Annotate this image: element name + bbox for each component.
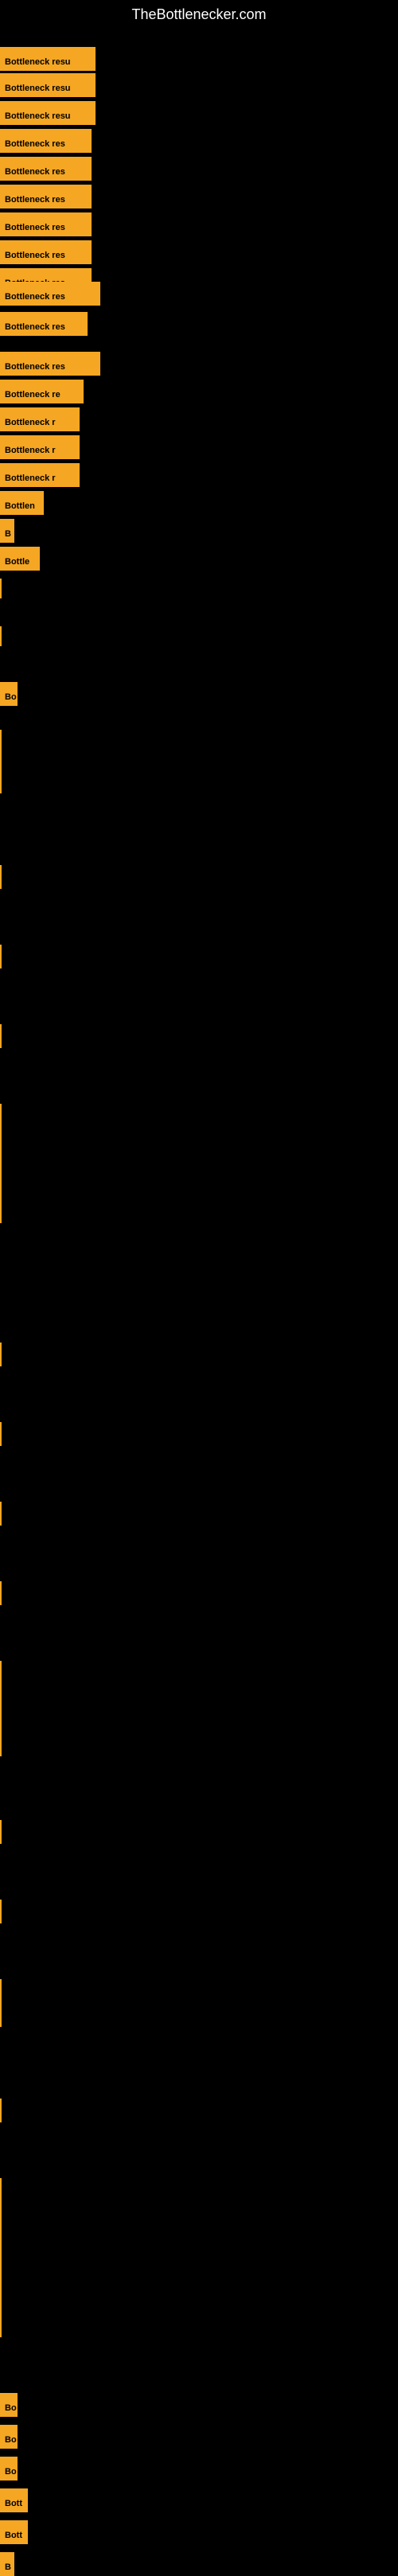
bottleneck-item xyxy=(0,626,2,646)
bottleneck-item xyxy=(0,1581,2,1605)
bottleneck-item xyxy=(0,1900,2,1923)
bottleneck-item xyxy=(0,945,2,968)
bottleneck-item xyxy=(0,2099,2,2122)
bottleneck-item: Bottleneck res xyxy=(0,129,92,153)
bottleneck-item: Bottleneck r xyxy=(0,435,80,459)
bottleneck-item xyxy=(0,1661,2,1756)
bottleneck-item: Bottleneck res xyxy=(0,212,92,236)
bottleneck-item: Bottleneck re xyxy=(0,380,84,403)
bottleneck-item xyxy=(0,1024,2,1048)
bottleneck-item: Bottleneck r xyxy=(0,463,80,487)
bottleneck-item xyxy=(0,1343,2,1366)
bottleneck-item: B xyxy=(0,519,14,543)
bottleneck-item: Bo xyxy=(0,2457,18,2481)
bottleneck-item: Bottleneck res xyxy=(0,312,88,336)
bottleneck-item: Bottle xyxy=(0,547,40,571)
bottleneck-item: Bottleneck resu xyxy=(0,73,96,97)
bottleneck-item xyxy=(0,1422,2,1446)
bottleneck-item: Bottlen xyxy=(0,491,44,515)
bottleneck-item: Bo xyxy=(0,2425,18,2449)
bottleneck-item: B xyxy=(0,2552,14,2576)
bottleneck-item: Bo xyxy=(0,2393,18,2417)
bottleneck-item xyxy=(0,1104,2,1223)
bottleneck-item xyxy=(0,865,2,889)
bottleneck-item xyxy=(0,1820,2,1844)
bottleneck-item xyxy=(0,2178,2,2337)
bottleneck-item xyxy=(0,1979,2,2027)
bottleneck-item: Bottleneck r xyxy=(0,407,80,431)
bottleneck-item xyxy=(0,1502,2,1526)
bottleneck-item: Bott xyxy=(0,2488,28,2512)
bottleneck-item xyxy=(0,579,2,598)
bottleneck-item xyxy=(0,730,2,793)
bottleneck-item: Bo xyxy=(0,682,18,706)
bottleneck-item: Bottleneck res xyxy=(0,282,100,306)
bottleneck-item: Bottleneck res xyxy=(0,185,92,208)
bottleneck-item: Bottleneck res xyxy=(0,240,92,264)
bottleneck-item: Bottleneck res xyxy=(0,157,92,181)
bottleneck-item: Bott xyxy=(0,2520,28,2544)
bottleneck-item: Bottleneck res xyxy=(0,352,100,376)
bottleneck-item: Bottleneck resu xyxy=(0,47,96,71)
site-title: TheBottlenecker.com xyxy=(0,0,398,29)
bottleneck-item: Bottleneck resu xyxy=(0,101,96,125)
